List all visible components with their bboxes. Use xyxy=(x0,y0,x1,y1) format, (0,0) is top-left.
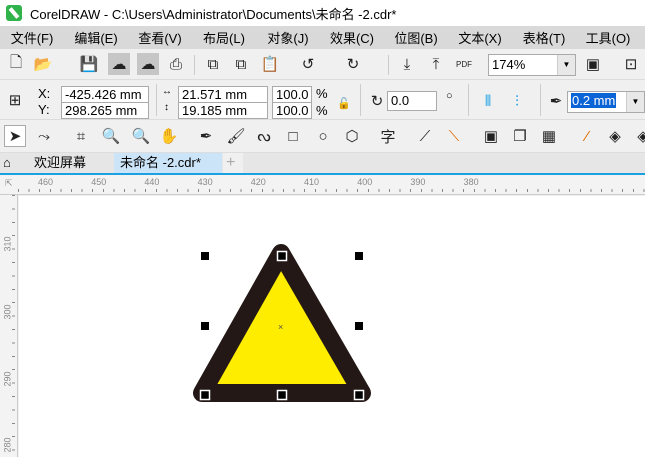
menu-table[interactable]: 表格(T) xyxy=(512,28,576,47)
menu-edit[interactable]: 编辑(E) xyxy=(64,28,128,47)
save-icon[interactable]: 💾 xyxy=(78,53,100,75)
title-bar: CorelDRAW - C:\Users\Administrator\Docum… xyxy=(0,0,645,26)
export-pdf-icon[interactable]: PDF xyxy=(453,53,475,75)
scale-y-input[interactable]: 100.0 xyxy=(272,102,312,119)
brush-tool-icon[interactable]: 🖌 xyxy=(225,125,247,147)
import-icon[interactable]: ⤓ xyxy=(396,53,418,75)
mirror-vertical-icon[interactable]: ⫶ xyxy=(506,90,528,112)
ellipse-tool-icon[interactable]: ○ xyxy=(312,125,334,147)
cloud-upload-icon[interactable]: ☁ xyxy=(137,53,159,75)
smart-fill-icon[interactable]: ◈ xyxy=(632,125,645,147)
new-document-icon[interactable]: 🗋 xyxy=(5,53,27,75)
transparency-tool-icon[interactable]: ▦ xyxy=(538,125,560,147)
redo-icon[interactable]: ↻ xyxy=(342,53,364,75)
toolbox: ➤ ⤳ ⌗ 🔍 🔍 ✋ ✒ 🖌 ᔓ □ ○ ⬡ 字 ⟋ ⟍ ▣ ❐ ▦ ⁄ ◈ … xyxy=(0,120,645,153)
menu-effects[interactable]: 效果(C) xyxy=(320,28,384,47)
contour-tool-icon[interactable]: ▣ xyxy=(480,125,502,147)
chevron-down-icon[interactable]: ▼ xyxy=(626,92,644,112)
drawing-canvas[interactable]: × xyxy=(19,196,645,457)
rotation-icon: ↻ xyxy=(370,93,384,110)
scale-handle[interactable] xyxy=(201,322,209,330)
reference-point-icon[interactable]: ⊞ xyxy=(4,89,26,111)
crop-tool-icon[interactable]: ⌗ xyxy=(70,125,92,147)
width-icon: ↔ xyxy=(162,86,172,97)
document-tabs: ⌂ 欢迎屏幕 未命名 -2.cdr* + xyxy=(0,153,645,175)
mirror-horizontal-icon[interactable]: ⫴ xyxy=(477,90,499,112)
options-icon[interactable]: ⊡ xyxy=(620,53,642,75)
window-title: CorelDRAW - C:\Users\Administrator\Docum… xyxy=(30,6,397,22)
property-bar: ⊞ X: Y: -425.426 mm 298.265 mm ↔ ↕ 21.57… xyxy=(0,80,645,120)
drop-shadow-tool-icon[interactable]: ❐ xyxy=(509,125,531,147)
zoom-level-select[interactable]: 174% ▼ xyxy=(488,54,576,76)
zoom-out-icon[interactable]: 🔍 xyxy=(130,125,152,147)
horizontal-ruler[interactable]: ⇱ 460 450 440 430 420 410 400 390 380 xyxy=(0,175,645,195)
copy-icon[interactable]: ⧉ xyxy=(230,53,252,75)
scale-handle[interactable] xyxy=(201,252,209,260)
node-handle[interactable] xyxy=(199,389,211,401)
scale-handle[interactable] xyxy=(355,322,363,330)
menu-tools[interactable]: 工具(O) xyxy=(576,28,640,47)
eyedropper-tool-icon[interactable]: ⁄ xyxy=(576,125,598,147)
degree-icon: ○ xyxy=(446,90,453,102)
home-icon[interactable]: ⌂ xyxy=(0,153,26,173)
text-tool-icon[interactable]: 字 xyxy=(377,125,399,147)
menu-bitmaps[interactable]: 位图(B) xyxy=(384,28,448,47)
menu-text[interactable]: 文本(X) xyxy=(448,28,512,47)
standard-toolbar: 🗋 📂 💾 ☁ ☁ ⎙ ⧉ ⧉ 📋 ↺ ↻ ⤓ ⤒ PDF 174% ▼ ▣ ⊡ xyxy=(0,49,645,80)
tab-welcome[interactable]: 欢迎屏幕 xyxy=(28,153,114,173)
lock-ratio-icon[interactable]: 🔓 xyxy=(333,92,355,114)
menu-view[interactable]: 查看(V) xyxy=(128,28,192,47)
new-tab-plus-icon[interactable]: + xyxy=(223,153,243,173)
menu-bar: 文件(F) 编辑(E) 查看(V) 布局(L) 对象(J) 效果(C) 位图(B… xyxy=(0,26,645,49)
coreldraw-logo-icon xyxy=(6,5,22,21)
menu-object[interactable]: 对象(J) xyxy=(256,28,320,47)
node-handle[interactable] xyxy=(276,389,288,401)
cut-icon[interactable]: ⧉ xyxy=(202,53,224,75)
scale-handle[interactable] xyxy=(355,252,363,260)
ruler-origin-icon[interactable]: ⇱ xyxy=(5,178,13,189)
node-handle[interactable] xyxy=(276,250,288,262)
pen-tool-icon[interactable]: ✒ xyxy=(195,125,217,147)
menu-file[interactable]: 文件(F) xyxy=(0,28,64,47)
pan-tool-icon[interactable]: ✋ xyxy=(158,125,180,147)
print-icon[interactable]: ⎙ xyxy=(165,53,187,75)
menu-layout[interactable]: 布局(L) xyxy=(192,28,256,47)
outline-pen-icon: ✒ xyxy=(549,93,563,110)
y-position-input[interactable]: 298.265 mm xyxy=(61,102,149,119)
paste-icon[interactable]: 📋 xyxy=(259,53,281,75)
open-folder-icon[interactable]: 📂 xyxy=(32,53,54,75)
vertical-ruler[interactable]: 310 300 290 280 xyxy=(0,195,18,457)
fill-tool-icon[interactable]: ◈ xyxy=(604,125,626,147)
shape-tool-icon[interactable]: ⤳ xyxy=(33,125,55,147)
cloud-download-icon[interactable]: ☁ xyxy=(108,53,130,75)
rotation-input[interactable]: 0.0 xyxy=(387,91,437,111)
dimension-tool-icon[interactable]: ⟋ xyxy=(414,125,436,147)
zoom-tool-icon[interactable]: 🔍 xyxy=(100,125,122,147)
width-input[interactable]: 21.571 mm xyxy=(178,86,268,103)
polygon-tool-icon[interactable]: ⬡ xyxy=(341,125,363,147)
node-handle[interactable] xyxy=(353,389,365,401)
rectangle-tool-icon[interactable]: □ xyxy=(282,125,304,147)
undo-icon[interactable]: ↺ xyxy=(297,53,319,75)
x-position-input[interactable]: -425.426 mm xyxy=(61,86,149,103)
pick-tool-icon[interactable]: ➤ xyxy=(4,125,26,147)
tab-document[interactable]: 未命名 -2.cdr* xyxy=(114,153,222,173)
height-input[interactable]: 19.185 mm xyxy=(178,102,268,119)
outline-width-select[interactable]: 0.2 mm ▼ xyxy=(567,91,645,113)
chevron-down-icon[interactable]: ▼ xyxy=(557,55,575,75)
height-icon: ↕ xyxy=(164,102,169,113)
freehand-tool-icon[interactable]: ᔓ xyxy=(253,125,275,147)
scale-x-input[interactable]: 100.0 xyxy=(272,86,312,103)
center-marker-icon: × xyxy=(278,322,283,332)
full-screen-icon[interactable]: ▣ xyxy=(582,53,604,75)
connector-tool-icon[interactable]: ⟍ xyxy=(443,125,465,147)
export-icon[interactable]: ⤒ xyxy=(425,53,447,75)
